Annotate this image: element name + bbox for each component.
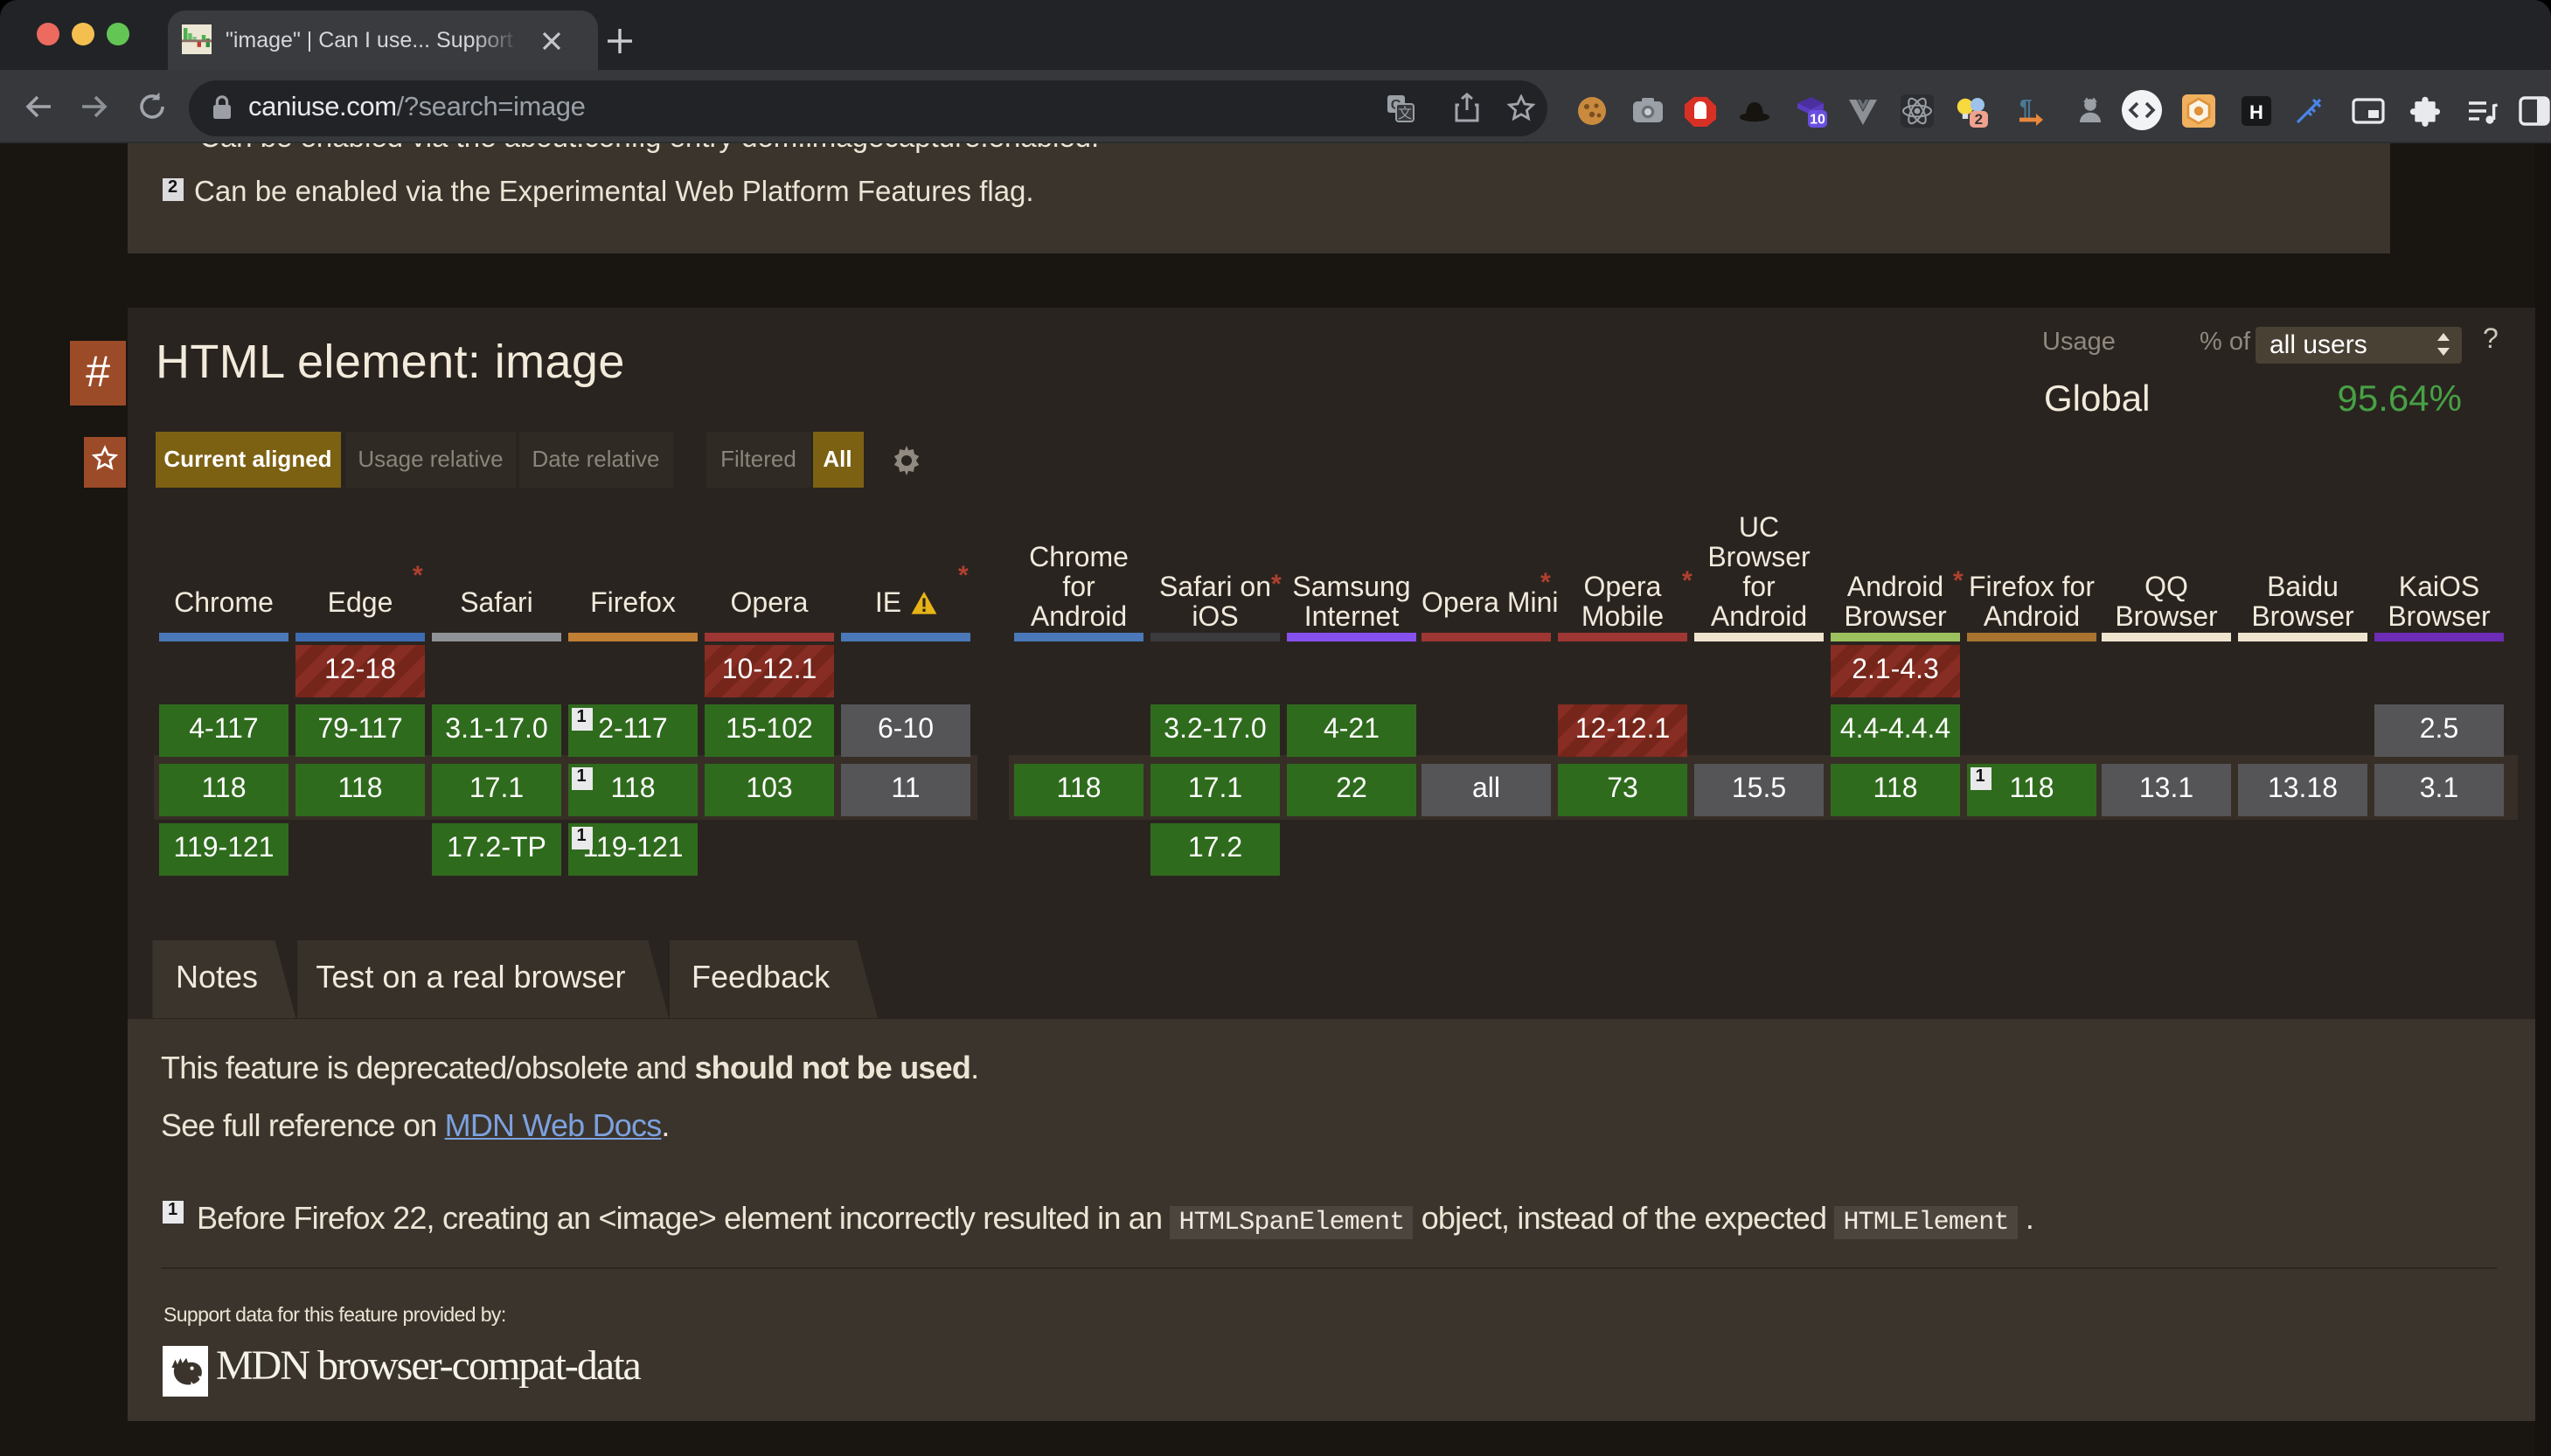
svg-text:H: H (2249, 101, 2263, 123)
svg-text:2: 2 (1975, 111, 1983, 128)
svg-text:文: 文 (1398, 106, 1412, 121)
svg-text:¶: ¶ (2019, 94, 2032, 121)
svg-text:10: 10 (1810, 112, 1825, 127)
